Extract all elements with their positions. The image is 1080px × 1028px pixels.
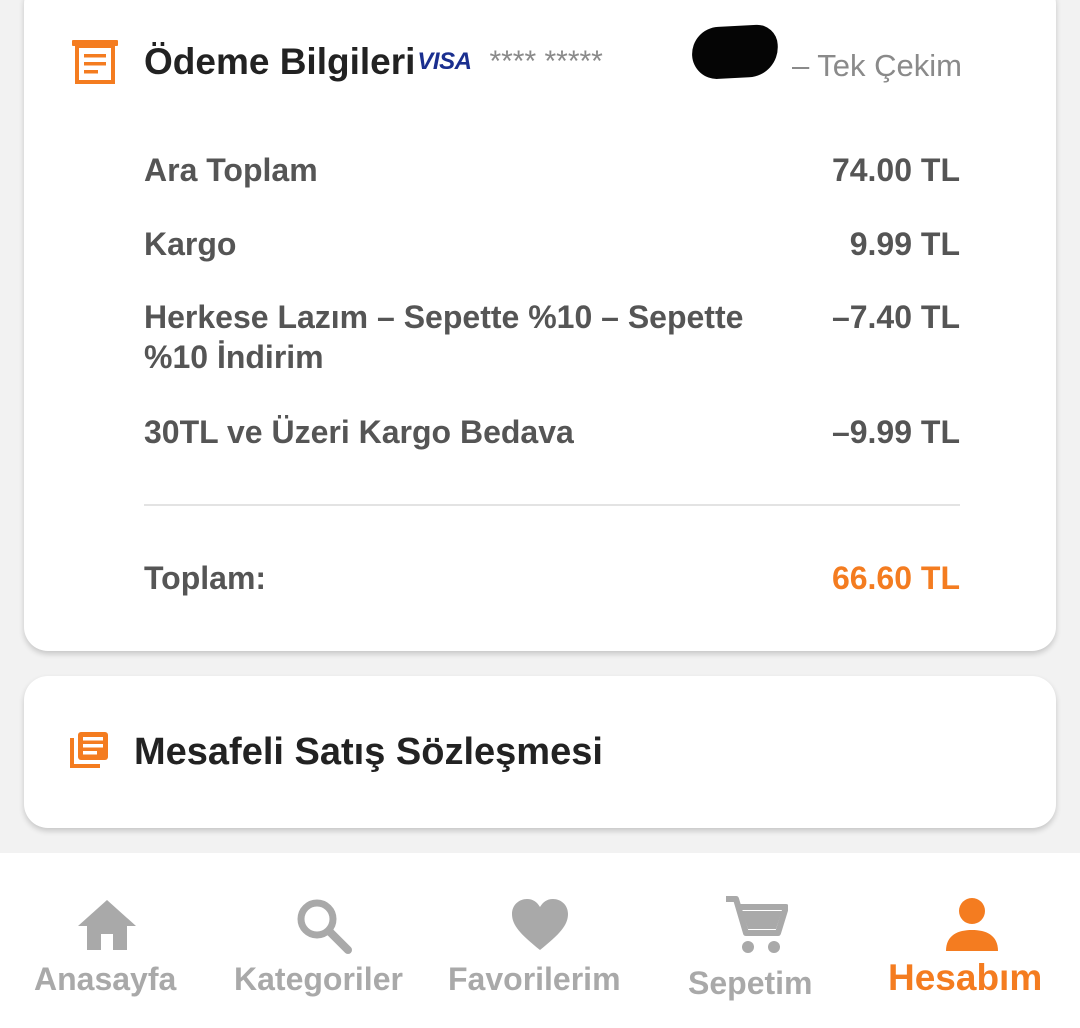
shipping-row: Kargo 9.99 TL [144, 224, 960, 264]
masked-card-number: **** ***** [489, 45, 603, 78]
free-shipping-row: 30TL ve Üzeri Kargo Bedava –9.99 TL [144, 412, 960, 452]
nav-item-account[interactable]: Hesabım [884, 853, 1064, 1028]
total-value: 66.60 TL [831, 560, 960, 596]
payment-header: Ödeme Bilgileri VISA **** ***** [72, 40, 603, 84]
nav-label: Anasayfa [34, 961, 177, 997]
sales-contract-link[interactable]: Mesafeli Satış Sözleşmesi [70, 731, 603, 774]
total-label: Toplam: [144, 560, 267, 596]
nav-item-categories[interactable]: Kategoriler [230, 853, 420, 1028]
nav-label: Hesabım [888, 957, 1043, 998]
payment-info-card: Ödeme Bilgileri VISA **** ***** – Tek Çe… [24, 0, 1056, 651]
installment-info: – Tek Çekim [784, 48, 962, 84]
receipt-icon [72, 40, 118, 84]
installment-label: – Tek Çekim [792, 48, 962, 83]
sales-contract-title: Mesafeli Satış Sözleşmesi [134, 731, 603, 773]
row-value: –7.40 TL [831, 299, 960, 335]
row-label: Kargo [144, 226, 237, 262]
redaction-mark [690, 23, 780, 81]
row-label: 30TL ve Üzeri Kargo Bedava [144, 414, 574, 450]
nav-item-home[interactable]: Anasayfa [20, 853, 196, 1028]
person-icon [944, 895, 1000, 955]
search-icon [294, 895, 352, 955]
payment-title: Ödeme Bilgileri [144, 41, 416, 82]
nav-item-cart[interactable]: Sepetim [686, 853, 826, 1028]
nav-label: Favorilerim [448, 961, 621, 997]
row-label: Ara Toplam [144, 152, 318, 188]
nav-item-favorites[interactable]: Favorilerim [446, 853, 636, 1028]
row-value: 74.00 TL [831, 152, 960, 188]
bottom-navigation: Anasayfa Kategoriler Favorilerim Sepetim… [0, 853, 1080, 1028]
heart-icon [510, 895, 570, 955]
nav-label: Kategoriler [234, 961, 403, 997]
row-label: Herkese Lazım – Sepette %10 – Sepette %1… [144, 299, 744, 375]
subtotal-row: Ara Toplam 74.00 TL [144, 150, 960, 190]
nav-label: Sepetim [688, 965, 813, 1001]
row-value: 9.99 TL [849, 226, 960, 262]
row-value: –9.99 TL [831, 414, 960, 450]
document-list-icon [70, 732, 108, 773]
sales-contract-card[interactable]: Mesafeli Satış Sözleşmesi [24, 676, 1056, 828]
total-row: Toplam: 66.60 TL [144, 558, 960, 598]
divider [144, 504, 960, 506]
visa-logo: VISA [417, 48, 472, 75]
cart-icon [724, 895, 788, 955]
home-icon [76, 895, 138, 955]
discount-row: Herkese Lazım – Sepette %10 – Sepette %1… [144, 297, 960, 377]
